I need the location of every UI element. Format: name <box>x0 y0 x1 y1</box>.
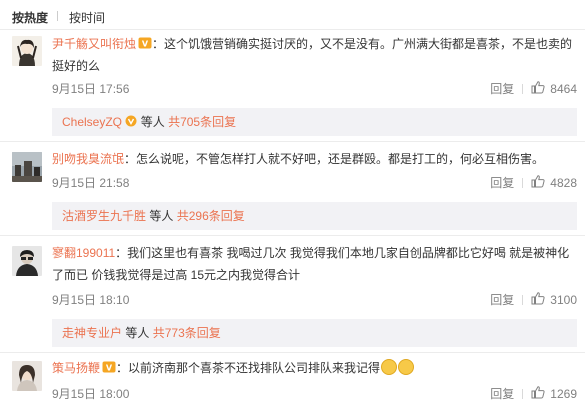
svg-text:V: V <box>142 40 149 49</box>
comment-time: 9月15日 18:10 <box>52 293 130 307</box>
vip-badge-icon: V <box>136 37 152 51</box>
sort-by-time-tab[interactable]: 按时间 <box>69 9 105 26</box>
divider <box>0 29 585 30</box>
sort-by-hot-tab[interactable]: 按热度 <box>12 9 48 26</box>
avatar[interactable] <box>12 246 42 276</box>
thumbs-up-icon <box>531 174 545 191</box>
laugh-emoji-icon <box>381 359 398 375</box>
action-divider <box>522 388 524 399</box>
reply-count-link[interactable]: 共296条回复 <box>177 209 245 223</box>
comment-text: ：以前济南那个喜茶不还找排队公司排队来我记得 <box>116 361 381 375</box>
avatar[interactable] <box>12 361 42 391</box>
comment-username[interactable]: 别吻我臭流氓 <box>52 152 124 166</box>
comment-body: 尹千觞又叫衔烛 V ：这个饥饿营销确实挺讨厌的，又不是没有。广州满大街都是喜茶，不是… <box>52 33 577 77</box>
comment-actions: 回复 3100 <box>490 291 577 308</box>
avatar[interactable] <box>12 36 42 66</box>
thumbs-up-icon <box>531 80 545 97</box>
reply-username[interactable]: 走神专业户 <box>62 326 122 340</box>
reply-mid-text: 等人 <box>149 209 174 223</box>
comment-text: ：怎么说呢，不管怎样打人就不好吧，还是群殴。都是打工的，何必互相伤害。 <box>124 152 545 166</box>
reply-button[interactable]: 回复 <box>490 80 514 97</box>
reply-count-link[interactable]: 共773条回复 <box>153 326 221 340</box>
comment-body: 策马扬鞭 V ：以前济南那个喜茶不还找排队公司排队来我记得 <box>52 357 577 379</box>
laugh-emoji-icon <box>398 359 415 375</box>
reply-username[interactable]: 沽酒罗生九千胜 <box>62 209 146 223</box>
reply-button[interactable]: 回复 <box>490 385 514 402</box>
like-button[interactable]: 4828 <box>531 174 577 191</box>
comment-time: 9月15日 18:00 <box>52 387 130 401</box>
reply-mid-text: 等人 <box>125 326 150 340</box>
comment-text: ：我们这里也有喜茶 我喝过几次 我觉得我们本地几家自创品牌都比它好喝 就是被神化… <box>52 246 570 282</box>
thumbs-up-icon <box>531 291 545 308</box>
action-divider <box>522 83 524 94</box>
action-divider <box>522 177 524 188</box>
comment-actions: 回复 4828 <box>490 174 577 191</box>
like-button[interactable]: 1269 <box>531 385 577 402</box>
comment-body: 别吻我臭流氓：怎么说呢，不管怎样打人就不好吧，还是群殴。都是打工的，何必互相伤害… <box>52 148 577 170</box>
reply-summary[interactable]: 沽酒罗生九千胜 等人 共296条回复 <box>52 202 577 230</box>
reply-count-link[interactable]: 共705条回复 <box>168 115 236 129</box>
comment-username[interactable]: 尹千觞又叫衔烛 <box>52 37 136 51</box>
thumbs-up-icon <box>531 385 545 402</box>
vip-badge-icon: V <box>100 361 116 375</box>
reply-username[interactable]: ChelseyZQ <box>62 115 122 129</box>
comment-username[interactable]: 寥翻199011 <box>52 246 115 260</box>
avatar[interactable] <box>12 152 42 182</box>
reply-mid-text: 等人 <box>140 115 165 129</box>
svg-text:V: V <box>106 364 113 373</box>
like-button[interactable]: 8464 <box>531 80 577 97</box>
like-count: 8464 <box>550 81 577 96</box>
comment-username[interactable]: 策马扬鞭 <box>52 361 100 375</box>
like-button[interactable]: 3100 <box>531 291 577 308</box>
divider <box>0 235 585 236</box>
divider <box>0 141 585 142</box>
sort-divider <box>57 11 58 21</box>
like-count: 4828 <box>550 175 577 190</box>
sort-bar: 按热度 按时间 <box>0 0 585 30</box>
comment-actions: 回复 8464 <box>490 80 577 97</box>
reply-button[interactable]: 回复 <box>490 291 514 308</box>
vip-v-icon <box>125 115 137 129</box>
comment-time: 9月15日 21:58 <box>52 176 130 190</box>
comment-actions: 回复 1269 <box>490 385 577 402</box>
action-divider <box>522 294 524 305</box>
reply-summary[interactable]: ChelseyZQ 等人 共705条回复 <box>52 108 577 136</box>
comment-time: 9月15日 17:56 <box>52 82 130 96</box>
like-count: 3100 <box>550 292 577 307</box>
like-count: 1269 <box>550 386 577 401</box>
reply-button[interactable]: 回复 <box>490 174 514 191</box>
reply-summary[interactable]: 走神专业户 等人 共773条回复 <box>52 319 577 347</box>
divider <box>0 352 585 353</box>
comment-body: 寥翻199011：我们这里也有喜茶 我喝过几次 我觉得我们本地几家自创品牌都比它… <box>52 242 577 286</box>
